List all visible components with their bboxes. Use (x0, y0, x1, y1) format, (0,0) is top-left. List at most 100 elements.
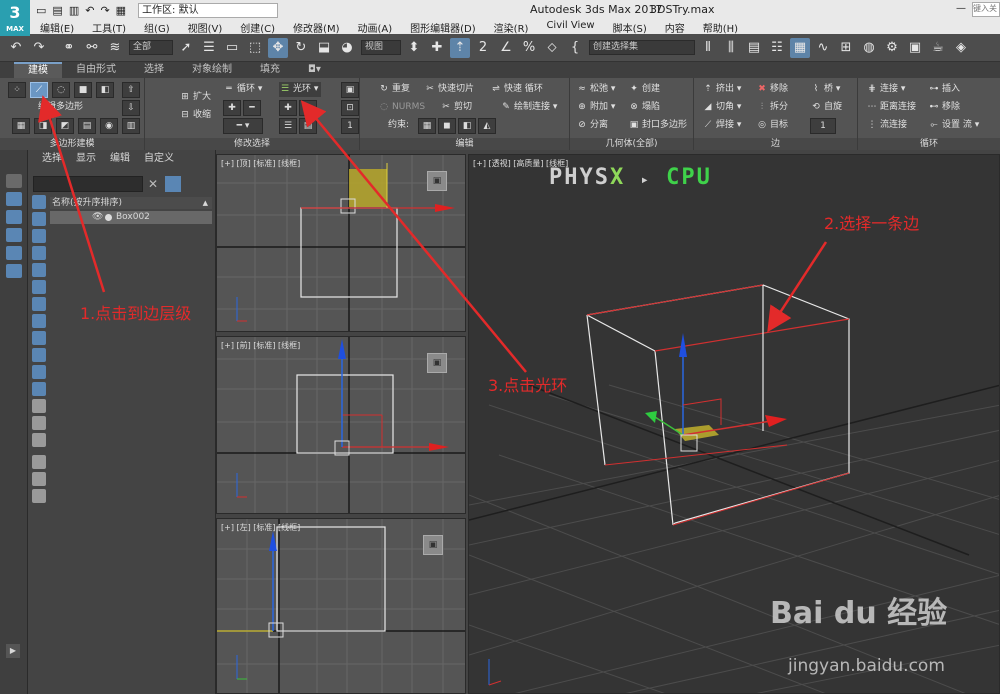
edit-named-selection-icon[interactable]: { (565, 38, 585, 58)
layer-explorer-icon[interactable]: ☷ (767, 38, 787, 58)
utilities-panel-icon[interactable] (6, 264, 22, 278)
undo-icon[interactable]: ↶ (85, 4, 94, 17)
app-logo[interactable]: 3 MAX (0, 0, 30, 36)
filter-hidden-icon[interactable] (32, 382, 46, 396)
menu-graph-editors[interactable]: 图形编辑器(D) (410, 20, 476, 35)
explorer-menu-display[interactable]: 显示 (76, 150, 96, 168)
next-modifier-button[interactable]: ⇧ (122, 82, 140, 98)
layer-icon[interactable] (32, 489, 46, 503)
new-file-icon[interactable]: ▭ (36, 4, 46, 17)
align-icon[interactable]: ⫼ (721, 38, 741, 58)
loop-shrink-button[interactable]: ━ (243, 100, 261, 116)
visibility-eye-icon[interactable]: 👁 (92, 211, 103, 224)
select-by-name-icon[interactable]: ☰ (199, 38, 219, 58)
spin-button[interactable]: ⟲ 自旋 (810, 100, 842, 115)
viewport-front[interactable]: [+] [前] [标准] [线框] ▣ (216, 336, 466, 514)
help-search-input[interactable]: 键入关 (972, 2, 1000, 17)
filter-groups-icon[interactable] (32, 297, 46, 311)
menu-rendering[interactable]: 渲染(R) (494, 20, 529, 35)
filter-xrefs-icon[interactable] (32, 314, 46, 328)
mirror-icon[interactable]: ⫴ (698, 38, 718, 58)
workspace-dropdown[interactable]: 工作区: 默认 (138, 2, 279, 18)
select-object-icon[interactable]: ➚ (176, 38, 196, 58)
clear-search-icon[interactable]: ✕ (148, 177, 158, 191)
show-end-result-button[interactable]: ◨ (34, 118, 52, 134)
select-by-vertex-button[interactable]: ▣ (341, 82, 359, 98)
ring-grow-button[interactable]: ✚ (279, 100, 297, 116)
tab-freeform[interactable]: 自由形式 (62, 62, 130, 78)
schematic-view-icon[interactable]: ⊞ (836, 38, 856, 58)
viewport-left[interactable]: [+] [左] [标准] [线框] ▣ (216, 518, 466, 694)
nurms-button[interactable]: ◌ NURMS (378, 100, 425, 115)
constraint-face-button[interactable]: ◧ (458, 118, 476, 134)
attach-button[interactable]: ⊕ 附加 ▾ (576, 100, 615, 115)
select-move-icon[interactable]: ✥ (268, 37, 288, 58)
place-icon[interactable]: ◕ (337, 38, 357, 58)
connect-button[interactable]: ⋕ 连接 ▾ (866, 82, 905, 97)
explorer-menu-select[interactable]: 选择 (42, 150, 62, 168)
weld-button[interactable]: ⟋ 焊接 ▾ (702, 118, 742, 133)
menu-content[interactable]: 内容 (665, 20, 685, 35)
edit-title[interactable]: 编辑 (360, 138, 569, 150)
menu-edit[interactable]: 编辑(E) (40, 20, 74, 35)
pin-stack-button[interactable]: ▥ (122, 118, 140, 134)
explorer-menu-customize[interactable]: 自定义 (144, 150, 174, 168)
menu-group[interactable]: 组(G) (144, 20, 170, 35)
tab-populate[interactable]: 填充 (246, 62, 294, 78)
keyboard-shortcut-override-icon[interactable]: ⇡ (450, 37, 470, 58)
split-button[interactable]: ⫶ 拆分 (756, 100, 788, 115)
selection-filter-dropdown[interactable]: 全部 (129, 40, 173, 55)
edge-level-button[interactable]: ⟋ (30, 82, 48, 98)
explorer-search-input[interactable] (33, 176, 143, 192)
shrink-button[interactable]: ⊟ 收缩 (179, 108, 211, 123)
modify-panel-icon[interactable] (6, 192, 22, 206)
spinner-snap-icon[interactable]: ⬦ (542, 38, 562, 58)
polygon-modeling-title[interactable]: 多边形建模 (0, 138, 144, 150)
menu-help[interactable]: 帮助(H) (703, 20, 738, 35)
polygon-level-button[interactable]: ■ (74, 82, 92, 98)
menu-animation[interactable]: 动画(A) (358, 20, 393, 35)
display-panel-icon[interactable] (6, 246, 22, 260)
select-manipulate-icon[interactable]: ✚ (427, 38, 447, 58)
tab-object-paint[interactable]: 对象绘制 (178, 62, 246, 78)
edges-title[interactable]: 边 (694, 138, 857, 150)
create-panel-icon[interactable] (6, 174, 22, 188)
unlink-icon[interactable]: ⚯ (82, 38, 102, 58)
insert-loop-button[interactable]: ⊶ 插入 (928, 82, 961, 97)
bind-spacewarp-icon[interactable]: ≋ (105, 38, 125, 58)
scene-explorer-toggle-icon[interactable]: ▤ (744, 38, 764, 58)
constraint-normal-button[interactable]: ◭ (478, 118, 496, 134)
select-rotate-icon[interactable]: ↻ (291, 38, 311, 58)
menu-views[interactable]: 视图(V) (188, 20, 223, 35)
select-scale-icon[interactable]: ⬓ (314, 38, 334, 58)
expand-arrow-icon[interactable]: ▶ (6, 644, 20, 658)
modifier-list-button[interactable]: ◉ (100, 118, 118, 134)
undo-icon[interactable]: ↶ (6, 38, 26, 58)
constraint-none-button[interactable]: ▦ (418, 118, 436, 134)
select-by-angle-button[interactable]: ⊡ (341, 100, 359, 116)
curve-editor-icon[interactable]: ∿ (813, 38, 833, 58)
ribbon-toggle-icon[interactable]: ▦ (790, 37, 810, 58)
cap-poly-button[interactable]: ▣ 封口多边形 (628, 118, 687, 133)
collapse-button[interactable]: ⊗ 塌陷 (628, 100, 660, 115)
filter-lights-icon[interactable] (32, 229, 46, 243)
flow-connect-button[interactable]: ⋮ 流连接 (866, 118, 908, 133)
rendered-frame-icon[interactable]: ▣ (905, 38, 925, 58)
top-viewcube[interactable]: ▣ (427, 171, 447, 191)
top-viewport-label[interactable]: [+] [顶] [标准] [线框] (221, 158, 300, 169)
save-icon[interactable]: ▥ (69, 4, 79, 17)
filter-spacewarps-icon[interactable] (32, 280, 46, 294)
name-column-header[interactable]: 名称(按升序排序) ▲ (50, 197, 212, 209)
angle-snap-icon[interactable]: ∠ (496, 38, 516, 58)
render-setup-icon[interactable]: ⚙ (882, 38, 902, 58)
filter-icon[interactable] (165, 176, 181, 192)
remove-loop-button[interactable]: ⊷ 移除 (928, 100, 961, 115)
toggle-subobject-button[interactable]: ▤ (78, 118, 96, 134)
loops-title[interactable]: 循环 (858, 138, 1000, 150)
filter-containers-icon[interactable] (32, 348, 46, 362)
menu-civil-view[interactable]: Civil View (546, 20, 594, 34)
rect-selection-icon[interactable]: ▭ (222, 38, 242, 58)
menu-modifiers[interactable]: 修改器(M) (293, 20, 339, 35)
filter-bones-icon[interactable] (32, 331, 46, 345)
left-viewcube[interactable]: ▣ (423, 535, 443, 555)
